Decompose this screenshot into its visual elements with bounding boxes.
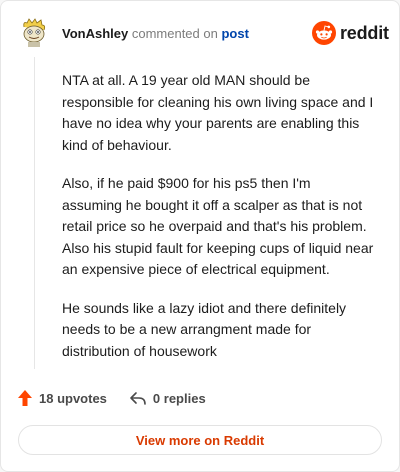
comment-header: VonAshley commented on post [62, 26, 249, 41]
comment-paragraph-3: He sounds like a lazy idiot and there de… [62, 299, 347, 359]
comment-embed-card: VonAshley commented on post reddit NTA a… [0, 0, 400, 472]
username-link[interactable]: VonAshley [62, 26, 128, 41]
commented-on-text: commented on [131, 26, 218, 41]
comment-body: NTA at all. A 19 year old MAN should be … [62, 70, 374, 379]
comment-paragraph-1: NTA at all. A 19 year old MAN should be … [62, 72, 374, 153]
reply-count: 0 replies [152, 390, 206, 406]
reddit-wordmark: reddit [340, 22, 389, 43]
reply-button[interactable]: 0 replies [129, 390, 206, 406]
avatar-icon[interactable] [20, 17, 48, 47]
upvote-arrow-icon [18, 390, 32, 406]
upvote-button[interactable]: 18 upvotes [17, 389, 107, 407]
post-link[interactable]: post [221, 26, 248, 41]
comment-actions: 18 upvotes 0 replies [17, 389, 206, 407]
reddit-logo-icon [312, 21, 336, 45]
reply-icon [130, 392, 146, 405]
view-more-button[interactable]: View more on Reddit [18, 425, 382, 455]
comment-paragraph-2: Also, if he paid $900 for his ps5 then I… [62, 175, 374, 277]
reddit-logo[interactable]: reddit [312, 21, 389, 45]
upvote-count: 18 upvotes [39, 390, 107, 406]
thread-line [34, 57, 35, 369]
